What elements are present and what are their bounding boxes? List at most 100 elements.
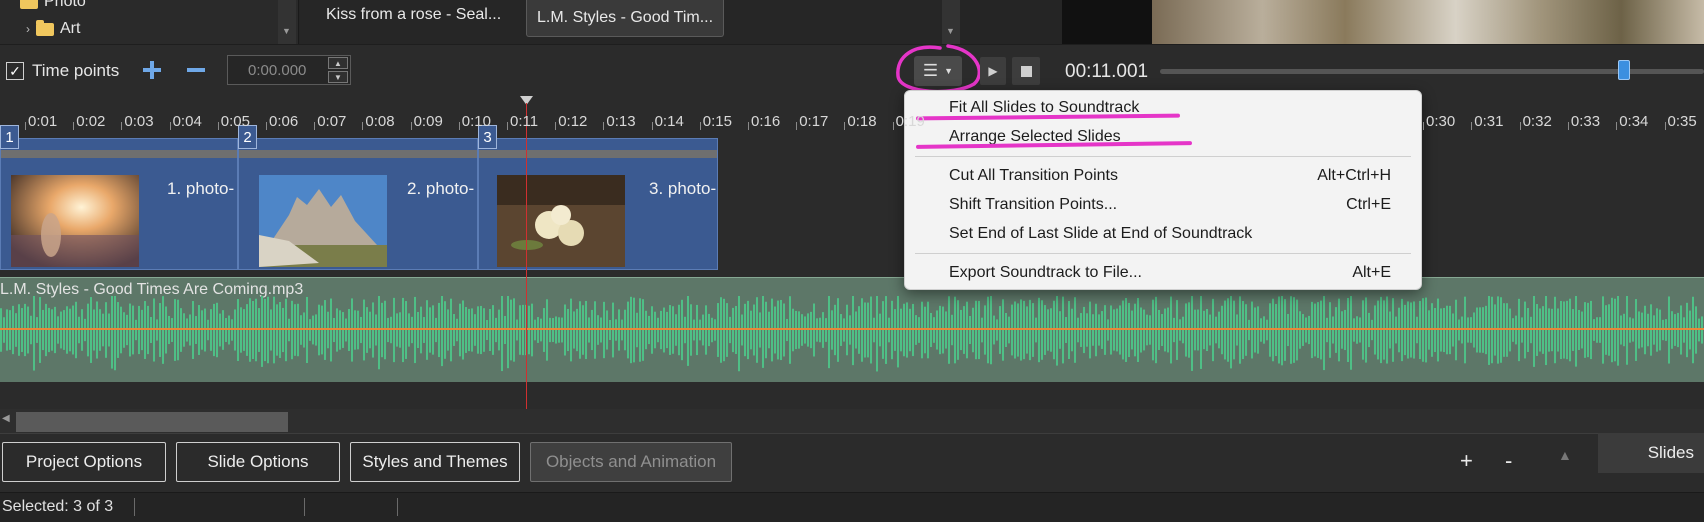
styles-and-themes-button[interactable]: Styles and Themes: [350, 442, 520, 482]
waveform-bar: [1218, 311, 1220, 349]
project-options-button[interactable]: Project Options: [2, 442, 166, 482]
waveform-bar: [666, 311, 668, 349]
scroll-down-icon[interactable]: ▼: [946, 26, 955, 36]
waveform-bar: [498, 309, 500, 351]
waveform-bar: [774, 306, 776, 354]
stop-button[interactable]: [1012, 57, 1040, 85]
waveform-bar: [1338, 298, 1340, 362]
waveform-bar: [1629, 317, 1631, 343]
waveform-bar: [1488, 296, 1490, 365]
status-bar: [0, 492, 1704, 522]
scroll-left-icon[interactable]: ◀: [2, 413, 10, 424]
waveform-bar: [1602, 296, 1604, 364]
waveform-bar: [1617, 296, 1619, 366]
waveform-bar: [1599, 317, 1601, 343]
waveform-bar: [504, 315, 506, 345]
waveform-bar: [1194, 309, 1196, 351]
slide-clip-2[interactable]: 2 2. photo-: [238, 125, 478, 270]
waveform-bar: [366, 307, 368, 353]
waveform-bar: [438, 302, 440, 358]
menu-item-shift-transitions[interactable]: Shift Transition Points... Ctrl+E: [949, 191, 1391, 219]
menu-item-set-end-last-slide[interactable]: Set End of Last Slide at End of Soundtra…: [949, 220, 1391, 248]
menu-item-label: Export Soundtrack to File...: [949, 264, 1142, 281]
waveform-bar: [9, 310, 11, 350]
slide-duration-bar[interactable]: [239, 150, 477, 158]
zoom-out-button[interactable]: -: [1505, 448, 1512, 474]
waveform-bar: [516, 319, 518, 341]
waveform-bar: [570, 298, 572, 362]
ruler-tick-label: 0:09: [413, 113, 443, 130]
tree-item-photo[interactable]: Photo: [20, 0, 86, 12]
ruler-tick: [651, 122, 653, 130]
zoom-in-button[interactable]: +: [1460, 448, 1473, 474]
add-time-point-button[interactable]: [140, 58, 164, 82]
waveform-bar: [240, 307, 242, 353]
waveform-bar: [810, 311, 812, 349]
ruler-tick: [458, 122, 460, 130]
chevron-right-icon[interactable]: ›: [26, 22, 30, 36]
waveform-bar: [681, 299, 683, 361]
slides-tab[interactable]: Slides: [1598, 433, 1704, 473]
waveform-bar: [858, 306, 860, 354]
waveform-bar: [207, 319, 209, 341]
waveform-bar: [792, 308, 794, 352]
waveform-bar: [993, 315, 995, 345]
playback-slider-thumb[interactable]: [1618, 60, 1630, 80]
ruler-tick-label: 0:19: [895, 113, 925, 130]
menu-separator: [915, 156, 1411, 157]
waveform-bar: [234, 309, 236, 351]
tree-scrollbar[interactable]: ▼: [278, 0, 296, 44]
waveform-bar: [720, 297, 722, 363]
waveform-bar: [18, 304, 20, 356]
waveform-bar: [1245, 304, 1247, 356]
time-points-checkbox[interactable]: ✓: [6, 62, 24, 80]
waveform-bar: [381, 302, 383, 358]
slide-clip-1[interactable]: 1 1. photo-: [0, 125, 238, 270]
menu-item-export-soundtrack[interactable]: Export Soundtrack to File... Alt+E: [949, 259, 1391, 287]
remove-time-point-button[interactable]: [184, 58, 208, 82]
waveform-bar: [300, 315, 302, 345]
waveform-bar: [753, 304, 755, 356]
waveform-bar: [963, 306, 965, 354]
panel-up-icon[interactable]: ▲: [1558, 447, 1572, 463]
waveform-bar: [930, 312, 932, 348]
spin-down-icon[interactable]: ▼: [328, 71, 348, 83]
waveform-bar: [1605, 305, 1607, 355]
waveform-bar: [1404, 304, 1406, 356]
waveform-bar: [723, 298, 725, 362]
ruler-tick: [844, 122, 846, 130]
waveform-bar: [387, 317, 389, 343]
soundtrack-item-selected[interactable]: L.M. Styles - Good Tim...: [526, 0, 725, 37]
slide-duration-bar[interactable]: [479, 150, 717, 158]
waveform-bar: [1362, 300, 1364, 360]
timeline-scrollbar-thumb[interactable]: [16, 412, 288, 432]
objects-and-animation-button[interactable]: Objects and Animation: [530, 442, 732, 482]
waveform-bar: [1128, 302, 1130, 358]
waveform-bar: [591, 309, 593, 351]
menu-item-cut-transitions[interactable]: Cut All Transition Points Alt+Ctrl+H: [949, 162, 1391, 190]
soundtrack-item[interactable]: Kiss from a rose - Seal...: [326, 6, 501, 24]
slide-options-button[interactable]: Slide Options: [176, 442, 340, 482]
waveform-bar: [1254, 307, 1256, 353]
waveform-bar: [1497, 296, 1499, 364]
play-button[interactable]: ▶: [980, 57, 1006, 85]
playback-time: 00:11.001: [1065, 61, 1149, 82]
waveform-bar: [231, 319, 233, 341]
ruler-tick-label: 0:11: [510, 113, 539, 130]
soundtrack-scrollbar[interactable]: ▼: [942, 0, 960, 44]
waveform-bar: [870, 296, 872, 364]
waveform-bar: [1167, 307, 1169, 353]
spin-up-icon[interactable]: ▲: [328, 57, 348, 69]
slide-duration-bar[interactable]: [1, 150, 237, 158]
volume-line[interactable]: [0, 328, 1704, 330]
ruler-tick: [1423, 122, 1424, 130]
waveform-bar: [1221, 305, 1223, 355]
waveform-bar: [111, 296, 113, 369]
waveform-bar: [1299, 311, 1301, 349]
waveform-bar: [960, 309, 962, 351]
tree-item-art[interactable]: › Art: [26, 19, 80, 39]
slide-clip-3[interactable]: 3 3. photo-: [478, 125, 718, 270]
waveform-bar: [873, 317, 875, 343]
scroll-down-icon[interactable]: ▼: [282, 26, 291, 36]
waveform-bar: [969, 315, 971, 345]
